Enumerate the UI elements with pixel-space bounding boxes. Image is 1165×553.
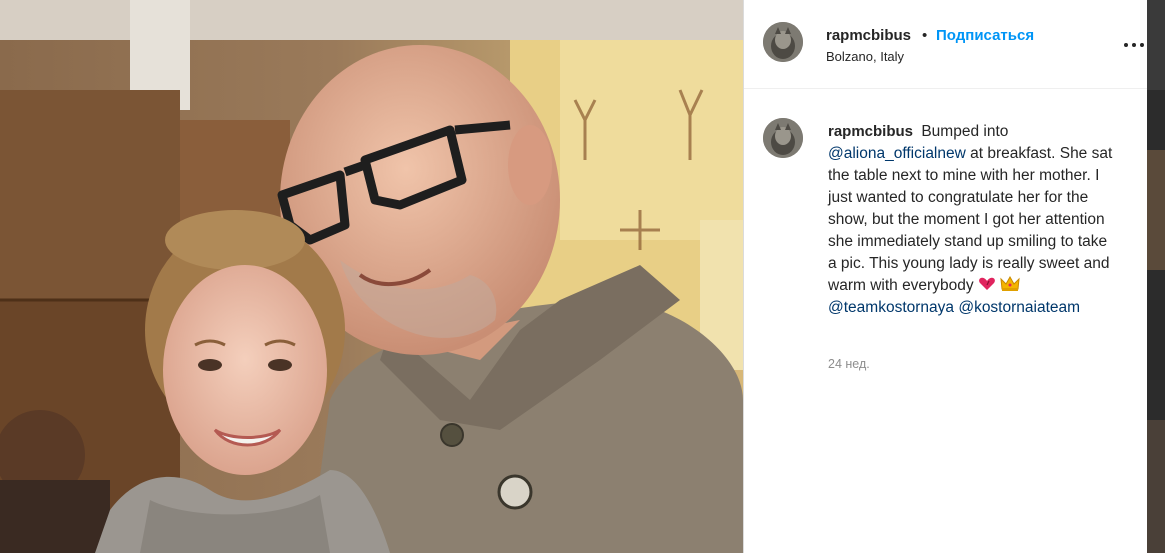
caption-text-part: Bumped into	[921, 123, 1009, 140]
caption-text: rapmcbibus Bumped into @aliona_officialn…	[828, 121, 1118, 319]
post-photo[interactable]	[0, 0, 743, 553]
avatar-image	[763, 118, 803, 158]
mention-link[interactable]: @teamkostornaya	[828, 299, 954, 316]
location-link[interactable]: Bolzano, Italy	[826, 49, 904, 64]
more-horizontal-icon[interactable]	[1122, 33, 1146, 57]
post-side-panel: rapmcbibus • Подписаться Bolzano, Italy …	[744, 0, 1147, 553]
caption-comment: rapmcbibus Bumped into @aliona_officialn…	[744, 89, 1147, 553]
mention-link[interactable]: @kostornaiateam	[958, 299, 1080, 316]
caption-text-part: at breakfast. She sat the table next to …	[828, 145, 1113, 294]
post-timestamp[interactable]: 24 нед.	[828, 357, 870, 371]
caption-username[interactable]: rapmcbibus	[828, 123, 913, 140]
follow-button[interactable]: Подписаться	[936, 27, 1034, 44]
heart-emoji-icon	[978, 277, 995, 290]
crown-emoji-icon	[1000, 276, 1020, 291]
avatar[interactable]	[763, 118, 803, 158]
avatar-image	[763, 22, 803, 62]
avatar[interactable]	[763, 22, 803, 62]
mention-link[interactable]: @aliona_officialnew	[828, 145, 966, 162]
background-page-strip	[1147, 0, 1165, 553]
separator-dot: •	[922, 27, 928, 44]
post-header: rapmcbibus • Подписаться Bolzano, Italy	[744, 0, 1147, 89]
username-link[interactable]: rapmcbibus	[826, 27, 911, 44]
photo-illustration	[0, 0, 743, 553]
